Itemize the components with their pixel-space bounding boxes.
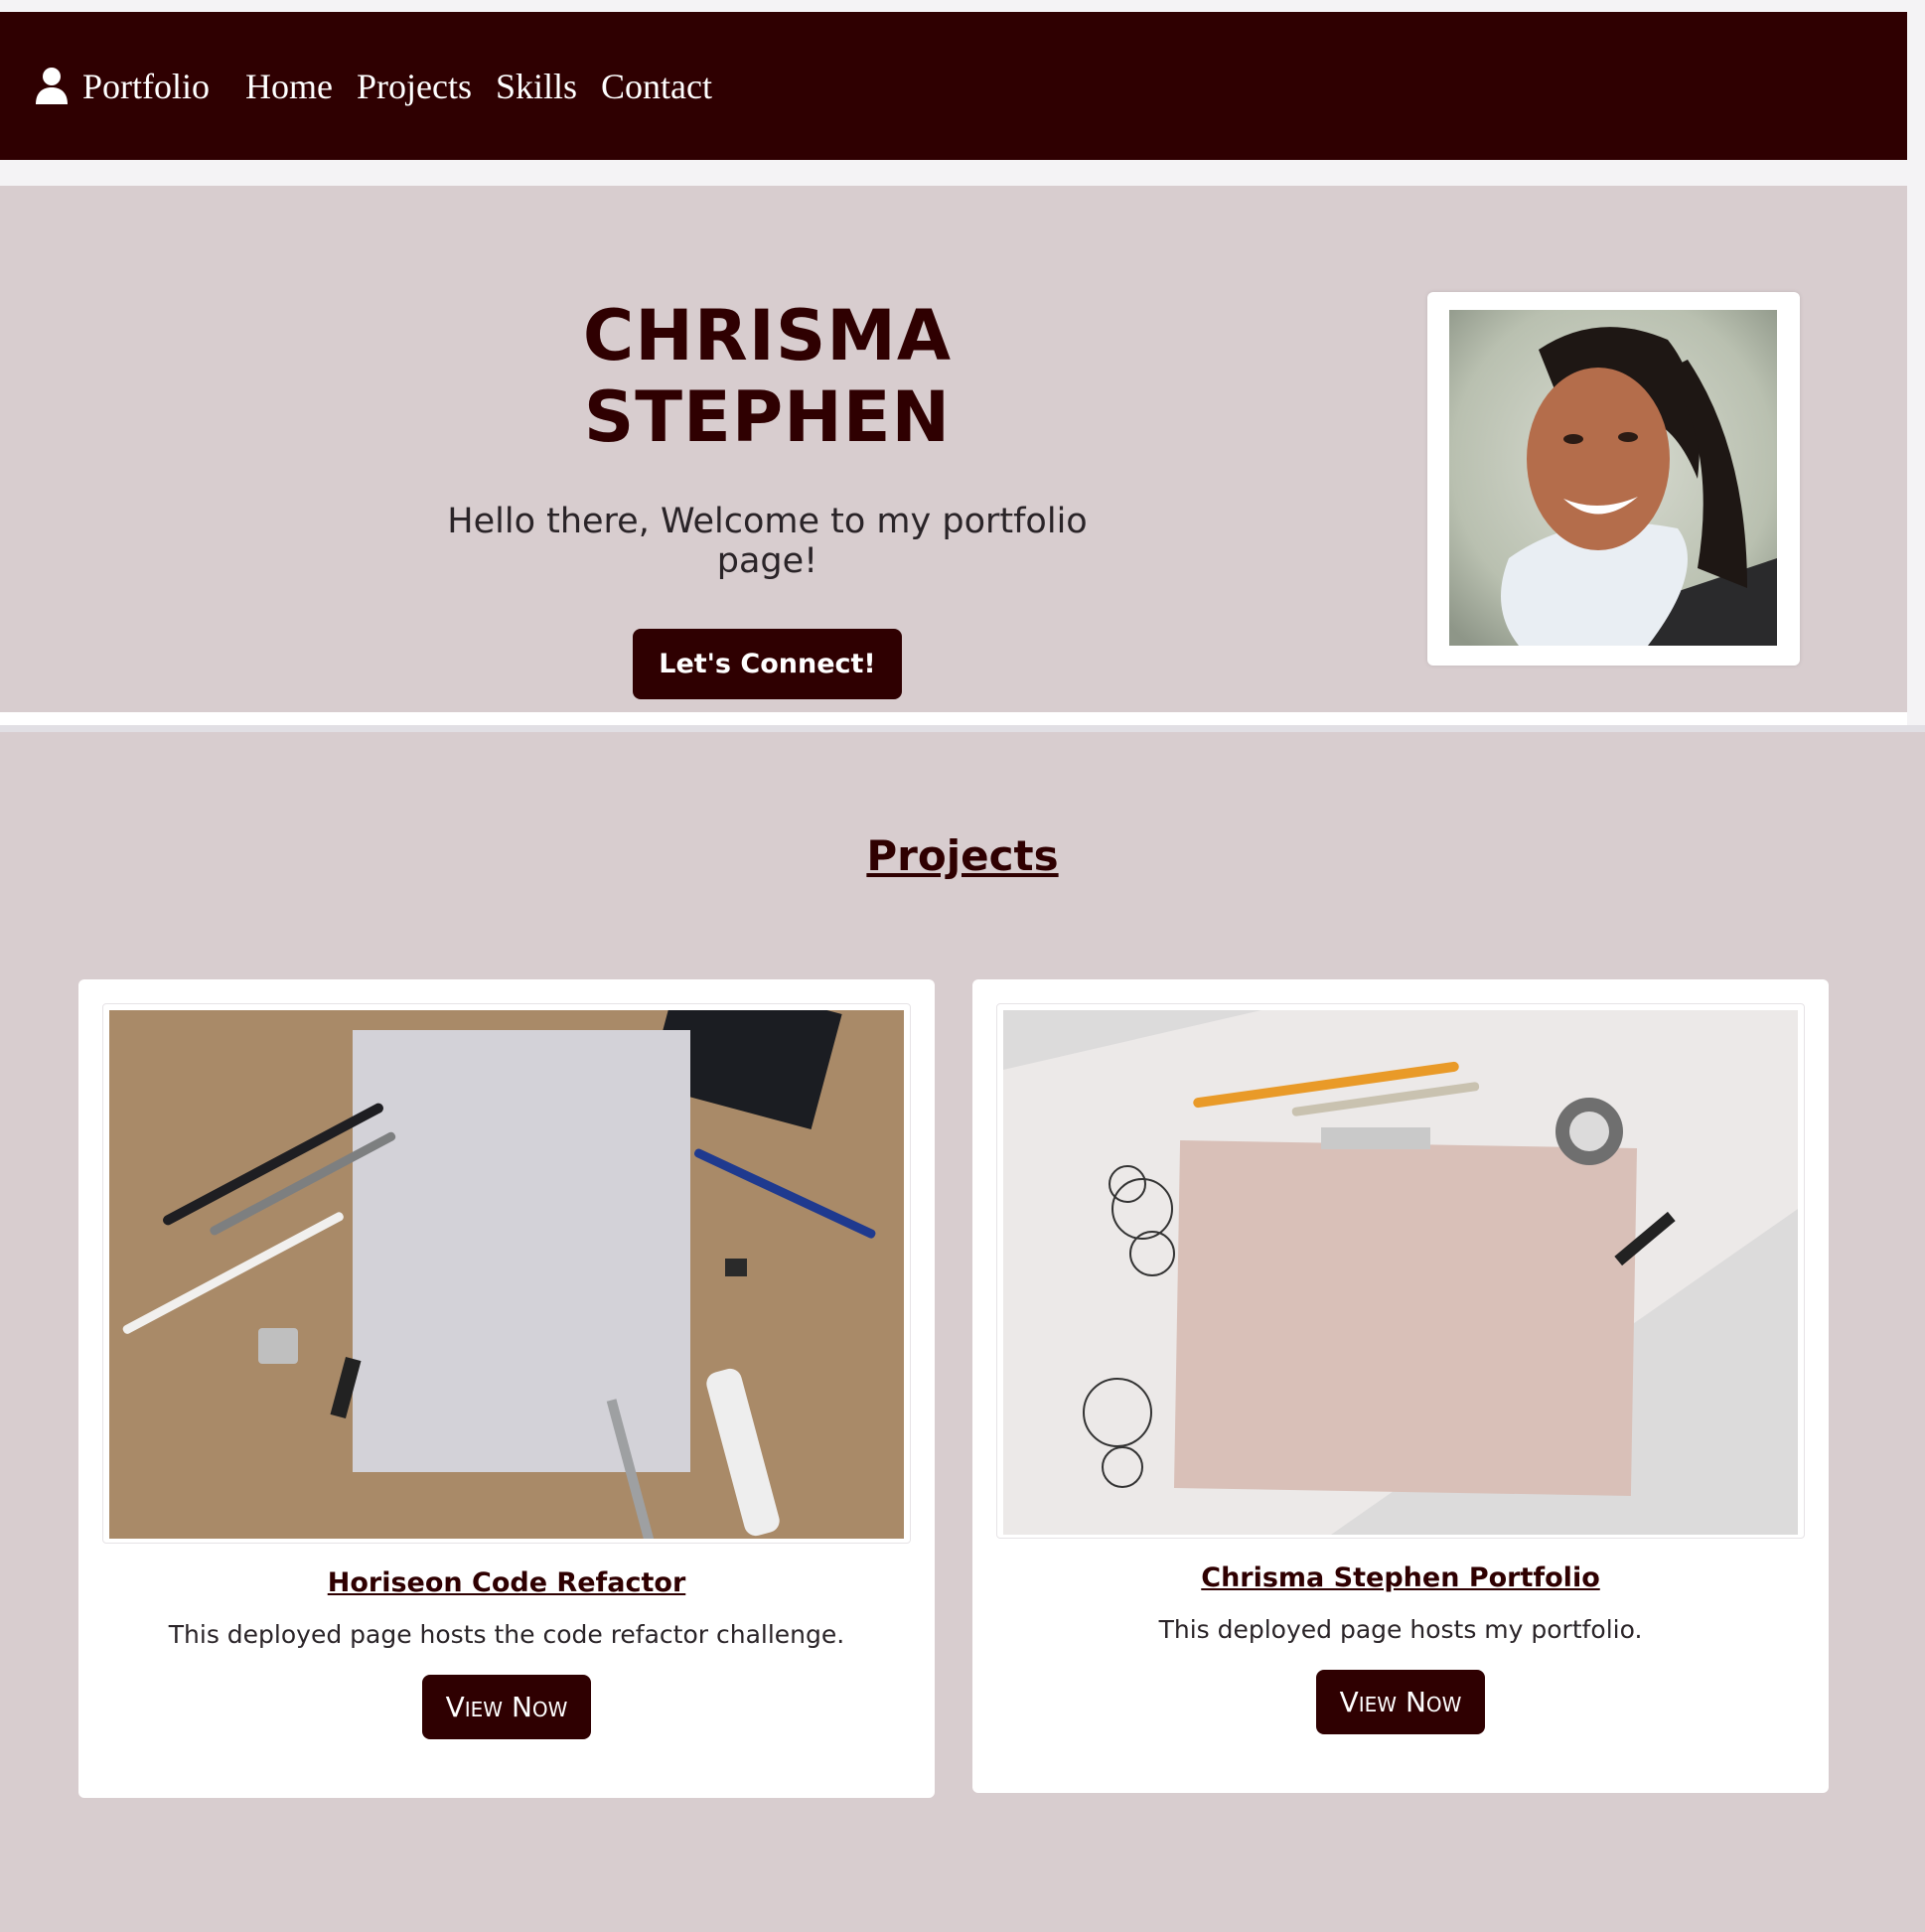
- projects-heading: Projects: [866, 831, 1059, 880]
- project-card-body: Horiseon Code Refactor This deployed pag…: [78, 1567, 935, 1739]
- brand-label: Portfolio: [82, 66, 211, 106]
- brand-link[interactable]: Portfolio: [35, 66, 210, 107]
- project-description: This deployed page hosts the code refact…: [168, 1620, 845, 1649]
- project-image-frame: [996, 1003, 1805, 1539]
- navbar: Portfolio Home Projects Skills Contact: [0, 12, 1907, 160]
- profile-photo: [1449, 310, 1777, 646]
- view-now-button[interactable]: View Now: [1315, 1670, 1486, 1734]
- hero-name: CHRISMA STEPHEN: [582, 295, 953, 458]
- view-now-button[interactable]: View Now: [421, 1675, 592, 1739]
- project-card-body: Chrisma Stephen Portfolio This deployed …: [972, 1562, 1829, 1734]
- user-icon: [36, 67, 68, 104]
- hero-welcome-text: Hello there, Welcome to my portfolio pag…: [447, 502, 1088, 581]
- nav-link-home[interactable]: Home: [245, 66, 333, 107]
- nav-link-projects[interactable]: Projects: [357, 66, 472, 107]
- project-card: Chrisma Stephen Portfolio This deployed …: [972, 979, 1829, 1793]
- projects-section: Projects Horiseon Code Refactor This dep…: [0, 725, 1925, 1932]
- nav-link-skills[interactable]: Skills: [496, 66, 577, 107]
- connect-button[interactable]: Let's Connect!: [633, 629, 902, 699]
- nav-link-contact[interactable]: Contact: [601, 66, 712, 107]
- project-description: This deployed page hosts my portfolio.: [1158, 1615, 1643, 1644]
- project-card: Horiseon Code Refactor This deployed pag…: [78, 979, 935, 1798]
- project-title[interactable]: Chrisma Stephen Portfolio: [972, 1562, 1829, 1593]
- hero-section: CHRISMA STEPHEN Hello there, Welcome to …: [0, 186, 1907, 712]
- project-image-frame: [102, 1003, 911, 1544]
- project-title[interactable]: Horiseon Code Refactor: [78, 1567, 935, 1598]
- project-image: [1003, 1010, 1798, 1535]
- hero-text: CHRISMA STEPHEN Hello there, Welcome to …: [397, 295, 1137, 699]
- section-divider: [0, 712, 1907, 725]
- project-image: [109, 1010, 904, 1539]
- profile-photo-frame: [1427, 292, 1800, 666]
